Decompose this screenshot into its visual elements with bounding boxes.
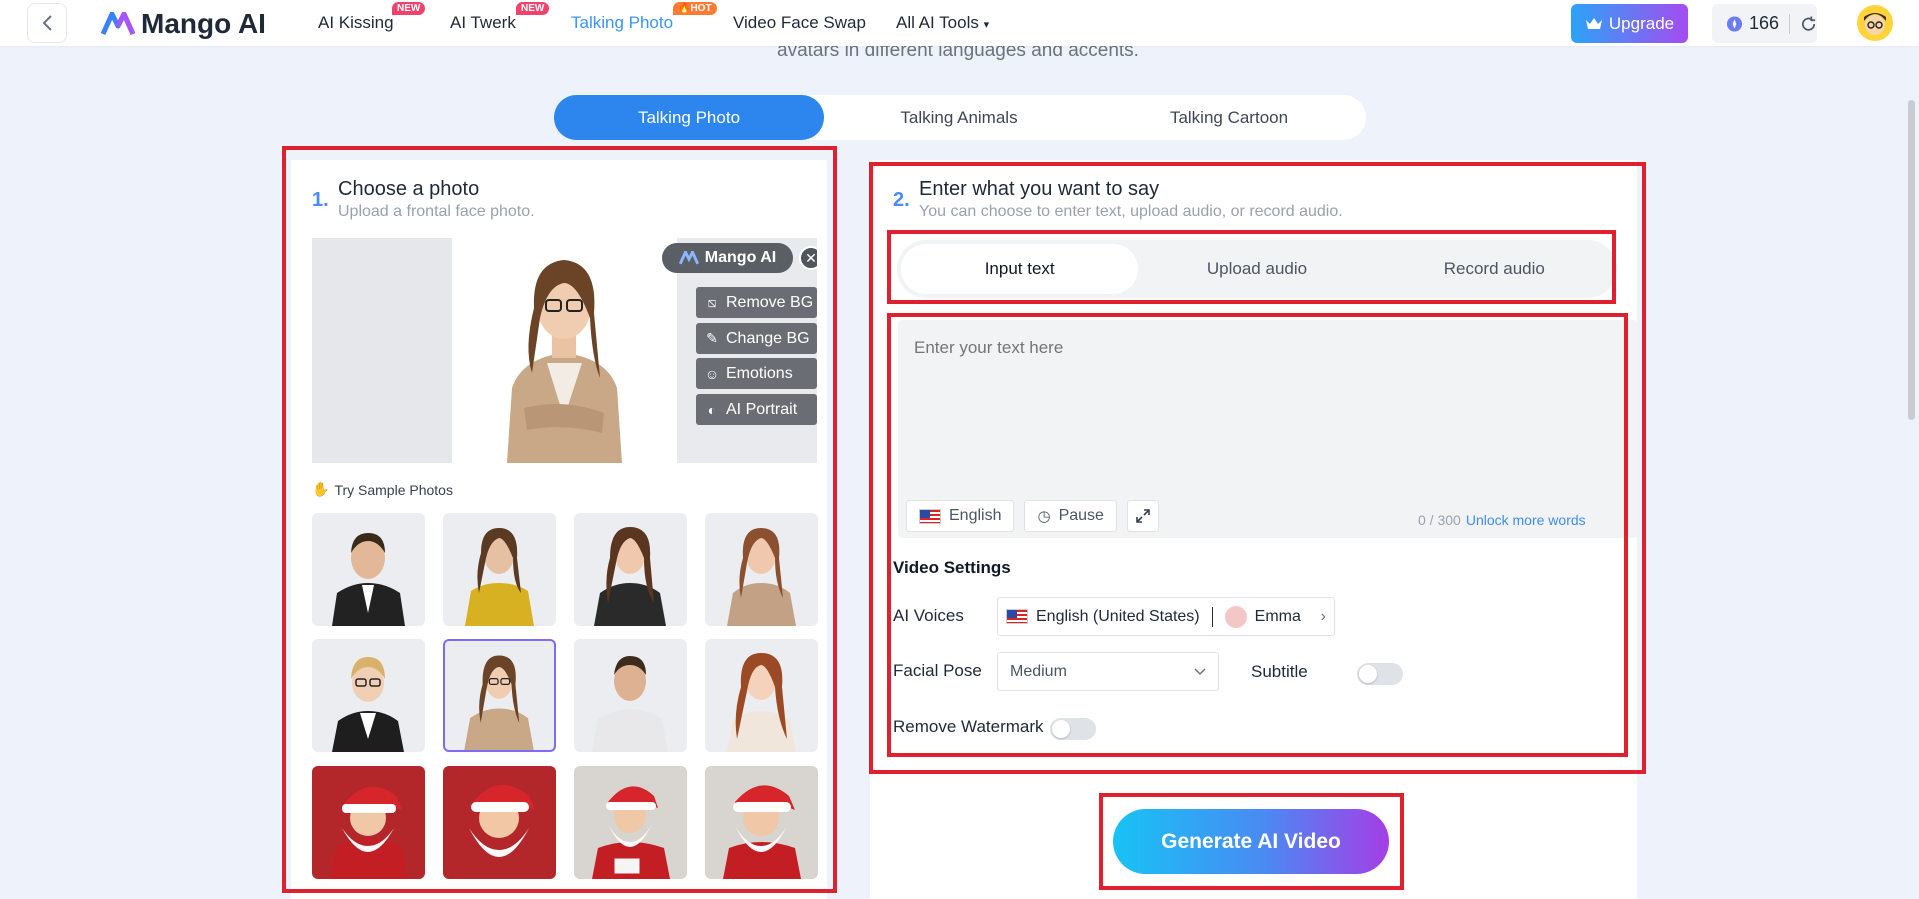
voice-avatar — [1224, 605, 1247, 628]
word-counter: 0 / 300 Unlock more words — [1418, 512, 1586, 528]
text-tools: English ◷ Pause — [906, 500, 1159, 532]
tab-talking-photo[interactable]: Talking Photo — [554, 95, 824, 140]
step-title: Choose a photo — [338, 178, 480, 200]
remove-bg-button[interactable]: ⧅ Remove BG — [696, 287, 817, 318]
user-avatar[interactable] — [1857, 5, 1893, 41]
us-flag-icon — [1006, 609, 1028, 624]
sample-photo-santa-2[interactable] — [443, 766, 556, 879]
hand-icon: ✋ — [312, 481, 330, 497]
new-badge: NEW — [392, 2, 426, 15]
photo-preview-area[interactable]: Mango AI ✕ ⧅ Remove BG ✎ Change BG ☺ Emotio… — [312, 238, 817, 463]
video-settings-heading: Video Settings — [893, 558, 1011, 577]
back-button[interactable] — [27, 3, 67, 43]
mango-logo-icon — [101, 12, 135, 36]
chevron-left-icon — [42, 15, 52, 31]
emotions-button[interactable]: ☺ Emotions — [696, 358, 817, 389]
hot-badge: 🔥HOT — [673, 2, 717, 15]
nav-ai-kissing[interactable]: AI Kissing — [318, 13, 394, 33]
sample-photo-woman-tan[interactable] — [705, 513, 818, 626]
refresh-icon[interactable] — [1800, 15, 1817, 33]
nav-talking-photo[interactable]: Talking Photo — [571, 13, 673, 33]
portrait-icon: ◐ — [707, 401, 717, 418]
input-mode-segmented-control: Input text Upload audio Record audio — [897, 240, 1617, 298]
logo-text: Mango AI — [141, 8, 266, 39]
chevron-down-icon — [1194, 667, 1206, 675]
change-bg-button[interactable]: ✎ Change BG — [696, 323, 817, 354]
remove-watermark-toggle[interactable] — [1050, 718, 1096, 740]
top-navigation-bar: Mango AI AI Kissing NEW AI Twerk NEW Tal… — [0, 0, 1919, 46]
nav-video-face-swap[interactable]: Video Face Swap — [733, 13, 866, 33]
step-number: 2. — [893, 189, 910, 211]
sample-photo-woman-glasses-short[interactable] — [312, 639, 425, 752]
pause-button[interactable]: ◷ Pause — [1024, 500, 1117, 532]
tab-talking-cartoon[interactable]: Talking Cartoon — [1094, 95, 1364, 140]
crown-icon — [1585, 18, 1602, 29]
mango-ai-logo[interactable]: Mango AI — [101, 8, 266, 40]
enter-text-panel: 2. Enter what you want to say You can ch… — [870, 160, 1638, 899]
caret-down-icon: ▾ — [983, 19, 990, 31]
subtitle-label: Subtitle — [1251, 662, 1308, 681]
remove-watermark-label: Remove Watermark — [893, 717, 1044, 736]
upgrade-button[interactable]: Upgrade — [1571, 4, 1688, 43]
subtitle-toggle[interactable] — [1357, 663, 1403, 685]
generate-ai-video-button[interactable]: Generate AI Video — [1113, 809, 1389, 874]
step-title: Enter what you want to say — [919, 178, 1160, 200]
us-flag-icon — [919, 508, 941, 524]
expand-button[interactable] — [1126, 500, 1159, 532]
credits-display: 166 — [1712, 4, 1817, 43]
credits-count: 166 — [1749, 13, 1780, 33]
unlock-more-words-link[interactable]: Unlock more words — [1466, 512, 1586, 528]
facial-pose-label: Facial Pose — [893, 661, 982, 680]
nav-ai-twerk[interactable]: AI Twerk — [450, 13, 516, 33]
smile-icon: ☺ — [704, 365, 720, 382]
intro-text: avatars in different languages and accen… — [777, 46, 1139, 61]
sample-photo-santa-1[interactable] — [312, 766, 425, 879]
sample-photo-woman-black[interactable] — [574, 513, 687, 626]
ai-portrait-button[interactable]: ◐ AI Portrait — [696, 394, 817, 425]
step-number: 1. — [312, 189, 329, 211]
credit-coin-icon — [1726, 15, 1743, 32]
selected-photo — [452, 238, 677, 463]
ai-voices-label: AI Voices — [893, 606, 964, 625]
sample-photo-man-suit[interactable] — [312, 513, 425, 626]
mango-ai-watermark-tag: Mango AI — [662, 243, 793, 273]
remove-bg-icon: ⧅ — [707, 294, 717, 310]
new-badge: NEW — [516, 2, 550, 15]
expand-icon — [1136, 509, 1150, 523]
tab-talking-animals[interactable]: Talking Animals — [824, 95, 1094, 140]
sample-photo-santa-4[interactable] — [705, 766, 818, 879]
sample-photo-woman-red-hair[interactable] — [705, 639, 818, 752]
tab-upload-audio[interactable]: Upload audio — [1138, 244, 1375, 294]
sample-photo-selected[interactable] — [443, 639, 556, 752]
tab-input-text[interactable]: Input text — [901, 244, 1139, 294]
language-select[interactable]: English — [906, 500, 1015, 532]
category-tabs: Talking Photo Talking Animals Talking Ca… — [554, 95, 1366, 140]
tab-record-audio[interactable]: Record audio — [1376, 244, 1613, 294]
magic-wand-icon: ✎ — [706, 330, 718, 346]
sample-photo-grid — [312, 513, 818, 884]
clock-icon: ◷ — [1037, 508, 1051, 525]
voice-select[interactable]: English (United States) Emma › — [997, 597, 1335, 636]
facial-pose-select[interactable]: Medium — [997, 652, 1219, 691]
page-scrollbar[interactable] — [1908, 100, 1915, 420]
chevron-right-icon: › — [1320, 607, 1326, 625]
step-subtitle: You can choose to enter text, upload aud… — [919, 203, 1343, 220]
remove-photo-close-icon[interactable]: ✕ — [799, 246, 817, 270]
try-sample-label: ✋ Try Sample Photos — [312, 481, 453, 498]
sample-photo-woman-yellow[interactable] — [443, 513, 556, 626]
sample-photo-man-white[interactable] — [574, 639, 687, 752]
upgrade-label: Upgrade — [1608, 13, 1675, 33]
choose-photo-panel: 1. Choose a photo Upload a frontal face … — [291, 160, 827, 899]
sample-photo-santa-3[interactable] — [574, 766, 687, 879]
nav-all-ai-tools[interactable]: All AI Tools ▾ — [896, 13, 989, 33]
mango-logo-icon — [678, 251, 699, 265]
step-subtitle: Upload a frontal face photo. — [338, 203, 535, 220]
